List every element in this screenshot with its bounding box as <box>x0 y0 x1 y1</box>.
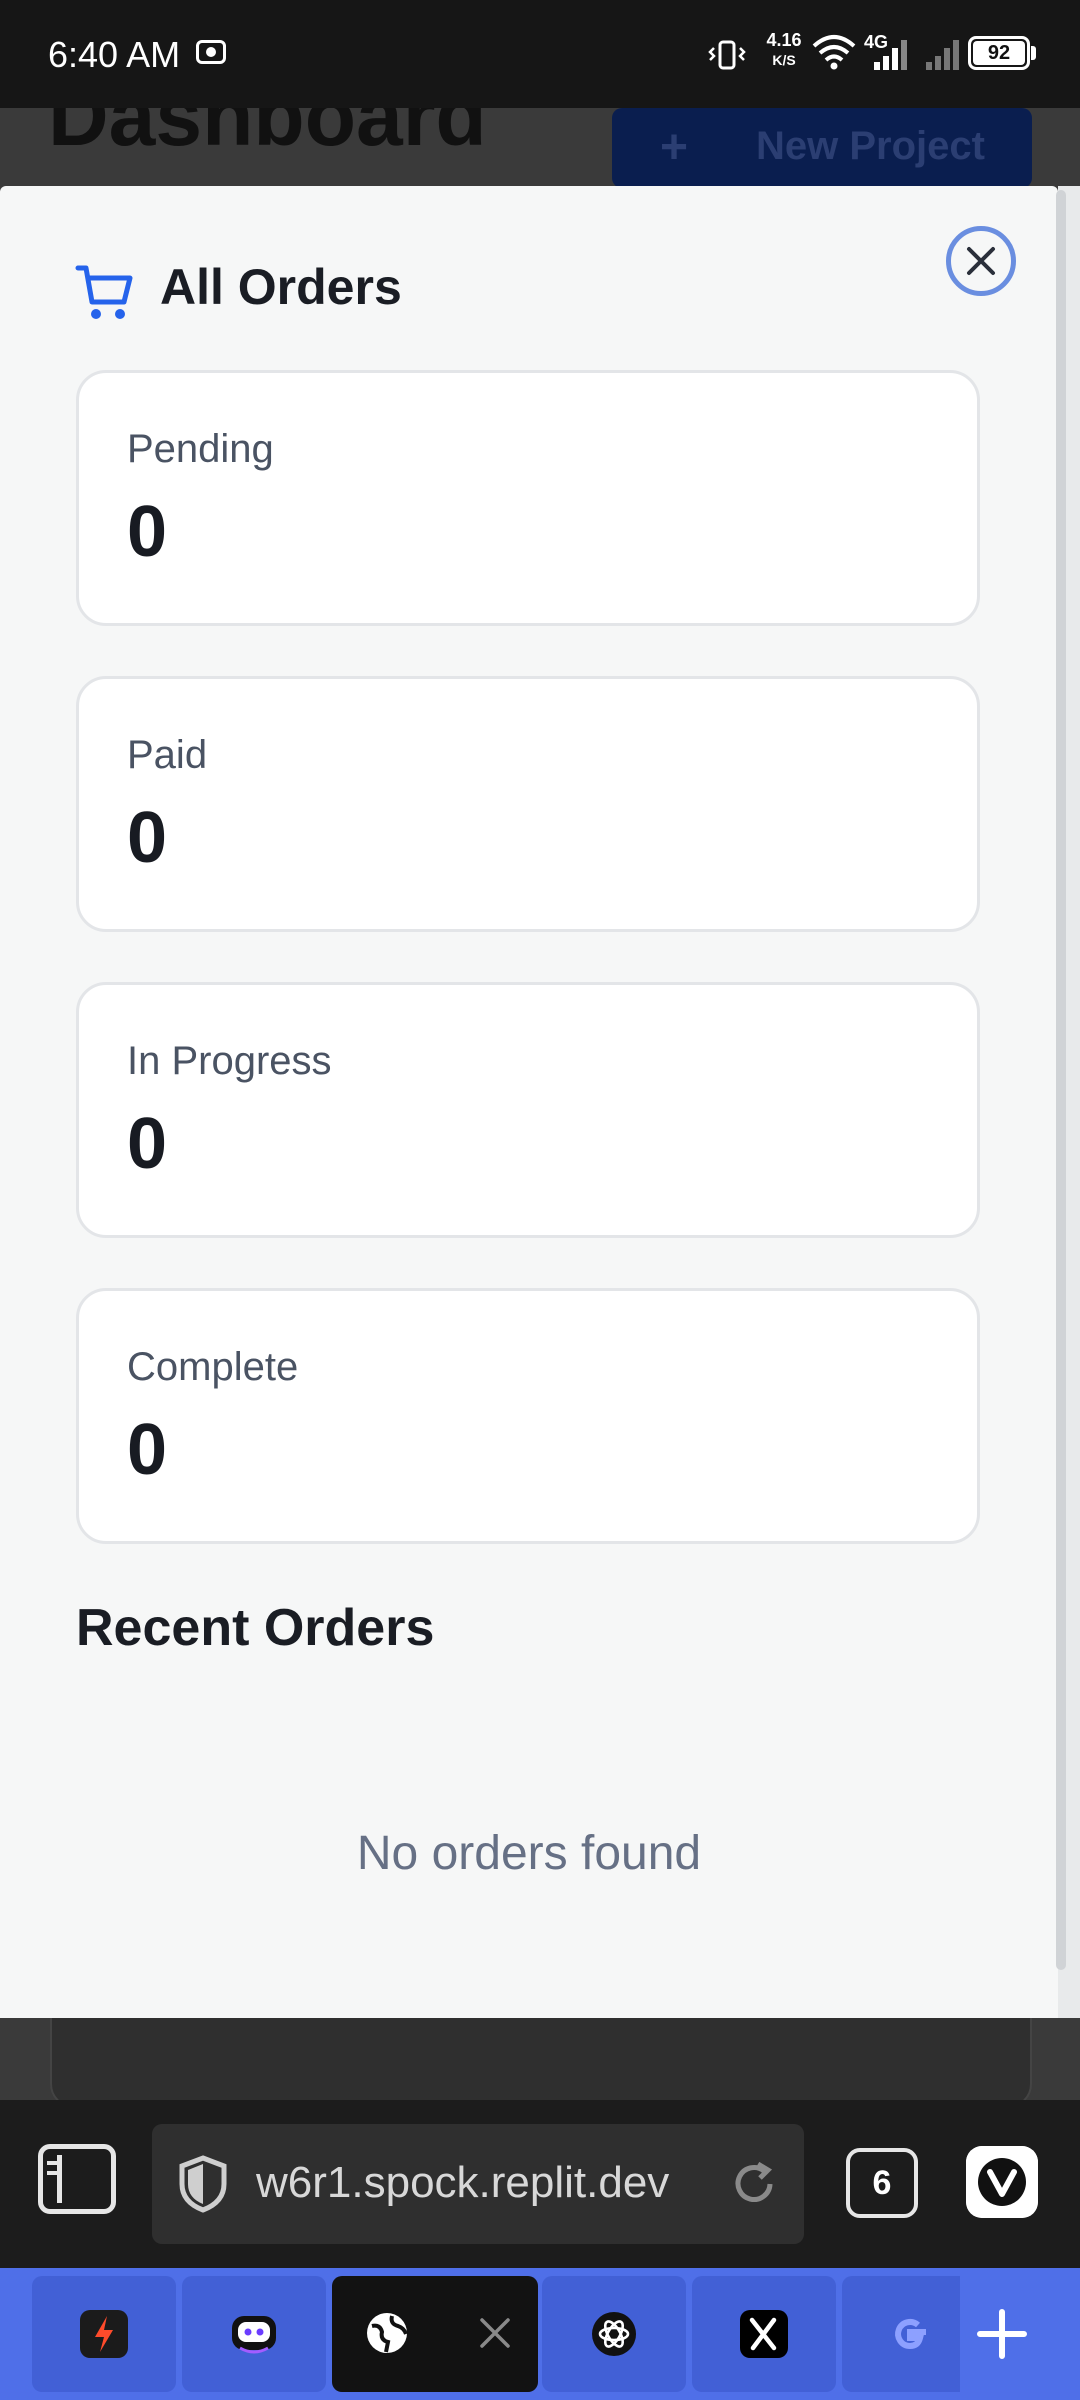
browser-toolbar: w6r1.spock.replit.dev 6 <box>0 2100 1080 2268</box>
bolt-app-icon <box>80 2310 128 2358</box>
stat-label: Complete <box>127 1345 299 1389</box>
stat-value: 0 <box>127 492 168 572</box>
panel-toggle-button[interactable] <box>38 2144 116 2214</box>
dashboard-title: Dashboard <box>48 108 487 163</box>
status-bar: 6:40 AM 4.16 K/S 4G 92 <box>0 0 1080 108</box>
close-tab-icon[interactable] <box>474 2312 516 2354</box>
address-bar[interactable]: w6r1.spock.replit.dev <box>152 2124 804 2244</box>
orders-modal: All Orders Pending 0 Paid 0 In Progress … <box>0 186 1058 2018</box>
signal-strength-secondary-icon <box>926 40 959 70</box>
url-text[interactable]: w6r1.spock.replit.dev <box>256 2158 669 2208</box>
wifi-icon <box>812 35 856 70</box>
battery-tip <box>1031 46 1036 60</box>
close-button[interactable] <box>946 226 1016 296</box>
tab-strip <box>0 2268 1080 2400</box>
vivaldi-menu-icon[interactable] <box>966 2146 1038 2218</box>
shopping-cart-icon <box>75 265 133 319</box>
stat-label: In Progress <box>127 1039 332 1083</box>
stat-card-in-progress: In Progress 0 <box>76 982 980 1238</box>
stat-value: 0 <box>127 798 168 878</box>
reload-icon[interactable] <box>728 2158 780 2210</box>
x-logo-icon <box>740 2310 788 2358</box>
modal-title: All Orders <box>160 259 402 315</box>
new-project-button: + New Project <box>612 108 1032 188</box>
stat-card-pending: Pending 0 <box>76 370 980 626</box>
network-speed-value: 4.16 <box>766 30 802 50</box>
shield-icon[interactable] <box>176 2154 230 2214</box>
battery-icon: 92 <box>968 36 1030 70</box>
stat-label: Paid <box>127 733 208 777</box>
close-icon <box>967 247 995 275</box>
tab-x[interactable] <box>692 2276 836 2392</box>
globe-icon <box>367 2313 408 2353</box>
battery-level: 92 <box>987 42 1011 64</box>
tab-switcher-button[interactable]: 6 <box>846 2148 918 2218</box>
signal-strength-icon <box>874 40 907 70</box>
stat-value: 0 <box>127 1410 168 1490</box>
tab-active-globe[interactable] <box>332 2276 538 2392</box>
modal-scrollbar-thumb[interactable] <box>1056 190 1066 1970</box>
add-tab-icon[interactable] <box>964 2296 1040 2372</box>
openai-icon <box>592 2312 636 2356</box>
stat-card-paid: Paid 0 <box>76 676 980 932</box>
tab-bolt[interactable] <box>32 2276 176 2392</box>
recent-orders-heading: Recent Orders <box>76 1599 435 1657</box>
empty-orders-message: No orders found <box>356 1827 702 1880</box>
stat-value: 0 <box>127 1104 168 1184</box>
screenshot-indicator-icon <box>196 40 226 64</box>
vibrate-icon <box>708 40 746 70</box>
stat-card-complete: Complete 0 <box>76 1288 980 1544</box>
tab-openai[interactable] <box>542 2276 686 2392</box>
plus-icon: + <box>660 121 689 174</box>
stat-label: Pending <box>127 427 274 471</box>
network-speed-unit: K/S <box>772 52 796 68</box>
new-project-label: New Project <box>756 124 985 168</box>
robot-chat-icon <box>232 2316 276 2354</box>
network-speed: 4.16 K/S <box>760 30 808 70</box>
tab-google[interactable] <box>842 2276 960 2392</box>
tab-robot-chat[interactable] <box>182 2276 326 2392</box>
status-time: 6:40 AM <box>48 34 181 75</box>
google-icon <box>895 2319 926 2350</box>
